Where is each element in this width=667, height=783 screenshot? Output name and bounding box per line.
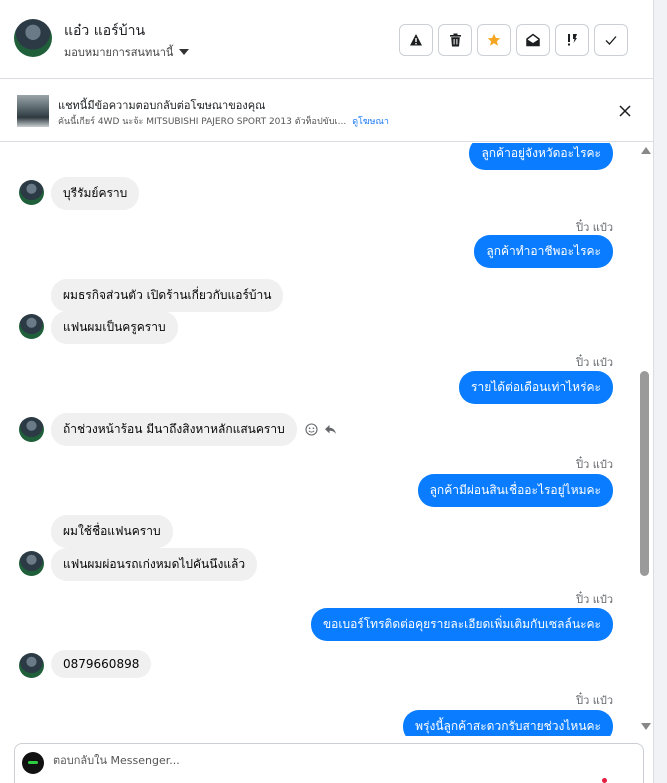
check-icon <box>605 36 617 45</box>
close-icon[interactable] <box>616 102 634 120</box>
message-outgoing[interactable]: ลูกค้าอยู่จังหวัดอะไรคะ <box>469 143 613 170</box>
sender-name: ปิ๋ว แป๋ว <box>576 356 613 369</box>
scroll-up-arrow-icon[interactable] <box>641 147 651 154</box>
message-thread: ลูกค้าอยู่จังหวัดอะไรคะ บุรีรัมย์คราบ ปิ… <box>0 143 653 736</box>
star-icon <box>487 33 501 46</box>
follow-up-button[interactable] <box>555 24 589 56</box>
mark-done-button[interactable] <box>594 24 628 56</box>
message-incoming[interactable]: ผมใช้ชื่อแฟนคราบ <box>51 515 173 548</box>
mail-open-icon <box>526 33 540 47</box>
reply-input[interactable] <box>53 754 613 767</box>
view-ad-link[interactable]: ดูโฆษณา <box>352 117 389 127</box>
mark-unread-button[interactable] <box>516 24 550 56</box>
sender-avatar[interactable] <box>19 180 44 205</box>
chevron-down-icon <box>179 49 190 55</box>
contact-avatar[interactable] <box>14 19 52 57</box>
scroll-down-arrow-icon[interactable] <box>641 723 651 730</box>
sender-avatar[interactable] <box>19 551 44 576</box>
header-actions <box>399 24 628 56</box>
reply-composer <box>14 743 644 783</box>
message-incoming[interactable]: ผมธรกิจส่วนตัว เปิดร้านเกี่ยวกับแอร์บ้าน <box>51 279 284 312</box>
message-hover-actions <box>305 423 337 436</box>
ad-banner-title: แชทนี้มีข้อความตอบกลับต่อโฆษณาของคุณ <box>58 99 266 112</box>
message-outgoing[interactable]: ขอเบอร์โทรติดต่อคุยรายละเอียดเพิ่มเติมกั… <box>310 608 613 641</box>
message-row: ถ้าช่วงหน้าร้อน มีนาถึงสิงหาหลักแสนคราบ <box>51 413 337 446</box>
ad-banner-description: คันนี้เกียร์ 4WD นะจ้ะ MITSUBISHI PAJERO… <box>58 114 389 128</box>
sender-name: ปิ๋ว แป๋ว <box>576 221 613 234</box>
page-avatar <box>22 752 44 774</box>
emoji-react-icon[interactable] <box>305 423 318 436</box>
sender-name: ปิ๋ว แป๋ว <box>576 694 613 707</box>
scrollbar-thumb[interactable] <box>640 371 649 576</box>
message-incoming[interactable]: แฟนผมเป็นครูคราบ <box>51 311 178 344</box>
star-button[interactable] <box>477 24 511 56</box>
trash-icon <box>449 33 461 47</box>
follow-up-icon <box>568 34 577 46</box>
message-outgoing[interactable]: พรุ่งนี้ลูกค้าสะดวกรับสายช่วงไหนคะ <box>403 710 613 736</box>
sender-avatar[interactable] <box>19 314 44 339</box>
message-outgoing[interactable]: ลูกค้ามีผ่อนสินเชื่ออะไรอยู่ไหมคะ <box>417 474 613 507</box>
message-incoming[interactable]: ถ้าช่วงหน้าร้อน มีนาถึงสิงหาหลักแสนคราบ <box>51 413 297 446</box>
notification-dot <box>602 778 607 783</box>
assign-conversation-dropdown[interactable]: มอบหมายการสนทนานี้ <box>64 43 190 61</box>
ad-reply-banner: แชทนี้มีข้อความตอบกลับต่อโฆษณาของคุณ คัน… <box>0 80 653 142</box>
message-incoming[interactable]: แฟนผมผ่อนรถเก่งหมดไปคันนึงแล้ว <box>51 548 258 581</box>
message-outgoing[interactable]: ลูกค้าทำอาชีพอะไรคะ <box>474 235 613 268</box>
sender-name: ปิ๋ว แป๋ว <box>576 458 613 471</box>
delete-button[interactable] <box>438 24 472 56</box>
thread-scrollbar[interactable] <box>637 143 653 736</box>
assign-label: มอบหมายการสนทนานี้ <box>64 46 174 59</box>
message-incoming[interactable]: บุรีรัมย์คราบ <box>51 177 140 210</box>
sender-name: ปิ๋ว แป๋ว <box>576 593 613 606</box>
reply-icon[interactable] <box>324 423 337 436</box>
sender-avatar[interactable] <box>19 417 44 442</box>
conversation-header: แอ๋ว แอร์บ้าน มอบหมายการสนทนานี้ <box>0 0 653 79</box>
warning-icon <box>410 34 422 46</box>
message-outgoing[interactable]: รายได้ต่อเดือนเท่าไหร่คะ <box>459 371 613 404</box>
contact-name[interactable]: แอ๋ว แอร์บ้าน <box>64 20 145 42</box>
ad-description-text: คันนี้เกียร์ 4WD นะจ้ะ MITSUBISHI PAJERO… <box>58 117 347 127</box>
page-scroll-rail <box>653 0 667 783</box>
sender-avatar[interactable] <box>19 653 44 678</box>
message-incoming[interactable]: 0879660898 <box>51 650 152 678</box>
ad-thumbnail[interactable] <box>17 95 49 127</box>
mark-spam-button[interactable] <box>399 24 433 56</box>
